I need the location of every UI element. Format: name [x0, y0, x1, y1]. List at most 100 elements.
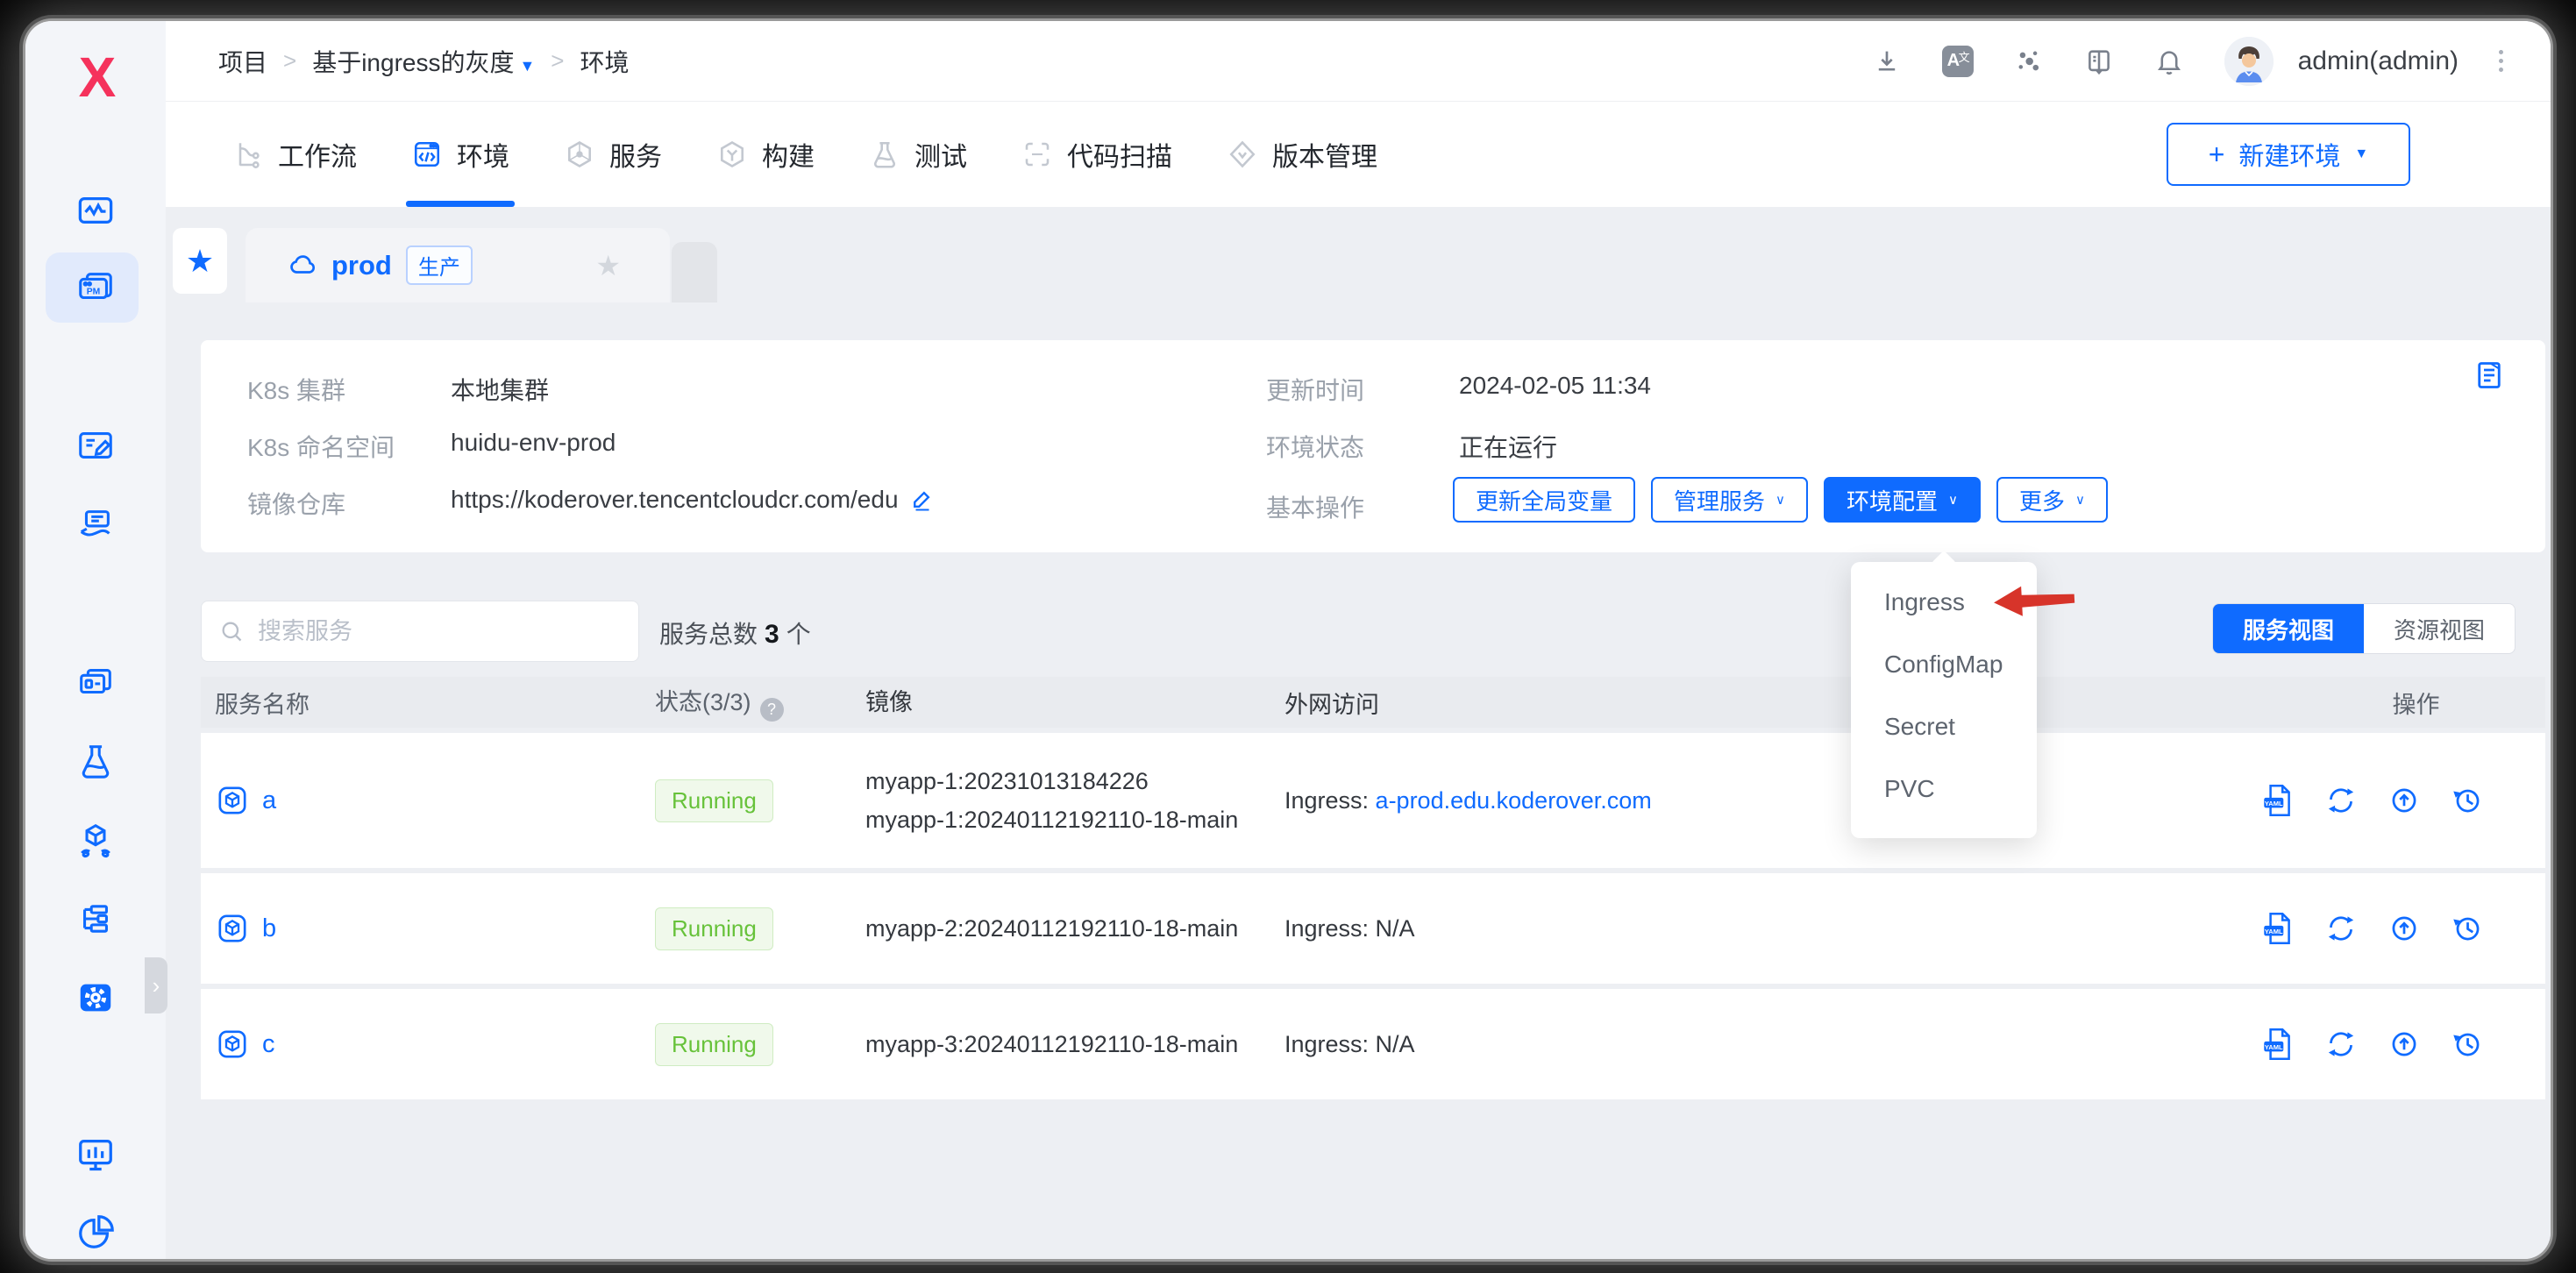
dropdown-item-secret[interactable]: Secret: [1851, 695, 2037, 757]
history-button[interactable]: [2449, 910, 2486, 947]
zadig-logo: X: [25, 51, 166, 103]
service-name-link[interactable]: a: [262, 786, 276, 815]
update-button[interactable]: [2386, 910, 2423, 947]
insight-pie-icon[interactable]: [75, 1212, 116, 1252]
apps-windows-icon[interactable]: [75, 662, 116, 702]
col-service-name: 服务名称: [201, 686, 655, 720]
app-window: X PM: [25, 21, 2551, 1259]
yaml-button[interactable]: YAML: [2259, 1026, 2296, 1063]
tab-label: 代码扫描: [1067, 135, 1172, 174]
service-search[interactable]: [201, 601, 639, 662]
tab-service[interactable]: 服务: [564, 102, 662, 207]
service-name-link[interactable]: c: [262, 1030, 275, 1059]
env-config-button[interactable]: 环境配置∨: [1824, 477, 1981, 523]
service-table: 服务名称 状态(3/3)? 镜像 外网访问 操作 a Running myapp…: [201, 677, 2545, 1099]
edit-doc-icon[interactable]: [75, 425, 116, 466]
kebab-icon[interactable]: [2499, 50, 2503, 72]
svg-text:YAML: YAML: [2265, 928, 2283, 935]
status-badge: Running: [655, 907, 773, 950]
integration-nodes-icon[interactable]: [75, 899, 116, 939]
chevron-down-icon[interactable]: ▼: [2354, 146, 2368, 162]
breadcrumb-projects[interactable]: 项目: [218, 44, 267, 79]
env-status-value: 正在运行: [1459, 434, 1557, 461]
ingress-link[interactable]: a-prod.edu.koderover.com: [1376, 787, 1652, 814]
service-icon: [215, 783, 250, 818]
cloud-icon: [288, 250, 319, 281]
update-button[interactable]: [2386, 1026, 2423, 1063]
new-environment-label: 新建环境: [2238, 136, 2340, 173]
table-header: 服务名称 状态(3/3)? 镜像 外网访问 操作: [201, 677, 2545, 728]
test-icon: [869, 139, 900, 170]
col-access: 外网访问: [1284, 686, 2287, 720]
star-icon[interactable]: ★: [595, 249, 621, 282]
service-total: 服务总数3个: [659, 615, 811, 651]
k8s-cluster-value: 本地集群: [451, 377, 549, 404]
main-area: 项目 > 基于ingress的灰度▼ > 环境 A文 admin(admin): [166, 21, 2551, 1259]
chevron-down-icon[interactable]: ▼: [519, 57, 535, 75]
projects-pm-icon[interactable]: PM: [75, 267, 116, 308]
history-button[interactable]: [2449, 782, 2486, 819]
env-detail-doc-icon[interactable]: [2473, 359, 2505, 391]
release-box-icon[interactable]: [75, 820, 116, 860]
restart-button[interactable]: [2323, 782, 2359, 819]
chevron-down-icon: ∨: [1775, 492, 1785, 508]
tab-test[interactable]: 测试: [869, 102, 967, 207]
service-view-toggle[interactable]: 服务视图: [2213, 604, 2364, 653]
restart-button[interactable]: [2323, 1026, 2359, 1063]
yaml-button[interactable]: YAML: [2259, 782, 2296, 819]
access-prefix: Ingress:: [1284, 1031, 1376, 1057]
avatar[interactable]: [2224, 37, 2274, 86]
restart-button[interactable]: [2323, 910, 2359, 947]
tab-workflow[interactable]: 工作流: [232, 102, 357, 207]
env-tab-prod[interactable]: prod 生产 ★: [246, 228, 670, 302]
test-flask-icon[interactable]: [75, 741, 116, 781]
more-button[interactable]: 更多∨: [1996, 477, 2108, 523]
dashboard-icon[interactable]: [75, 190, 116, 231]
help-icon[interactable]: ?: [760, 698, 784, 722]
favorite-star-button[interactable]: ★: [173, 228, 227, 294]
edit-icon[interactable]: [909, 486, 936, 512]
breadcrumb-project-name[interactable]: 基于ingress的灰度▼: [312, 44, 535, 79]
annotation-arrow-icon: [1992, 583, 2076, 618]
dropdown-item-pvc[interactable]: PVC: [1851, 757, 2037, 820]
service-name-link[interactable]: b: [262, 914, 276, 943]
tab-code-scan[interactable]: 代码扫描: [1021, 102, 1172, 207]
settings-gear-icon[interactable]: [75, 978, 116, 1018]
access-prefix: Ingress:: [1284, 787, 1376, 814]
environment-icon: [411, 139, 443, 170]
docs-icon[interactable]: [2084, 46, 2114, 76]
basic-operations: 更新全局变量 管理服务∨ 环境配置∨ 更多∨: [1453, 477, 2108, 523]
delivery-hand-icon[interactable]: [75, 504, 116, 544]
manage-services-button[interactable]: 管理服务∨: [1651, 477, 1808, 523]
image-tag: myapp-2:20240112192110-18-main: [865, 909, 1284, 948]
yaml-button[interactable]: YAML: [2259, 910, 2296, 947]
env-name: prod: [331, 250, 392, 281]
tab-label: 测试: [914, 135, 967, 174]
dropdown-item-configmap[interactable]: ConfigMap: [1851, 633, 2037, 695]
tab-build[interactable]: 构建: [716, 102, 815, 207]
col-status: 状态(3/3)?: [655, 683, 865, 722]
update-button[interactable]: [2386, 782, 2423, 819]
download-icon[interactable]: [1872, 46, 1902, 76]
plugins-icon[interactable]: [2014, 46, 2044, 76]
tab-version[interactable]: 版本管理: [1227, 102, 1377, 207]
col-image: 镜像: [865, 683, 1284, 722]
translate-icon[interactable]: A文: [1942, 46, 1974, 77]
breadcrumb-separator: >: [283, 47, 296, 75]
history-button[interactable]: [2449, 1026, 2486, 1063]
build-icon: [716, 139, 748, 170]
env-production-badge: 生产: [406, 245, 473, 285]
sidebar-expand-handle[interactable]: ›: [145, 957, 167, 1013]
chevron-down-icon: ∨: [2075, 492, 2085, 508]
tab-environment[interactable]: 环境: [411, 102, 509, 207]
view-toggle: 服务视图 资源视图: [2212, 603, 2516, 654]
stats-monitor-icon[interactable]: [75, 1134, 116, 1175]
update-global-vars-button[interactable]: 更新全局变量: [1453, 477, 1635, 523]
breadcrumb-current: 环境: [580, 44, 629, 79]
search-input[interactable]: [256, 617, 621, 646]
resource-view-toggle[interactable]: 资源视图: [2364, 604, 2515, 653]
new-environment-button[interactable]: + 新建环境 ▼: [2167, 123, 2410, 186]
field-label: 环境状态: [1266, 434, 1364, 461]
user-name[interactable]: admin(admin): [2298, 46, 2459, 76]
bell-icon[interactable]: [2154, 46, 2184, 76]
